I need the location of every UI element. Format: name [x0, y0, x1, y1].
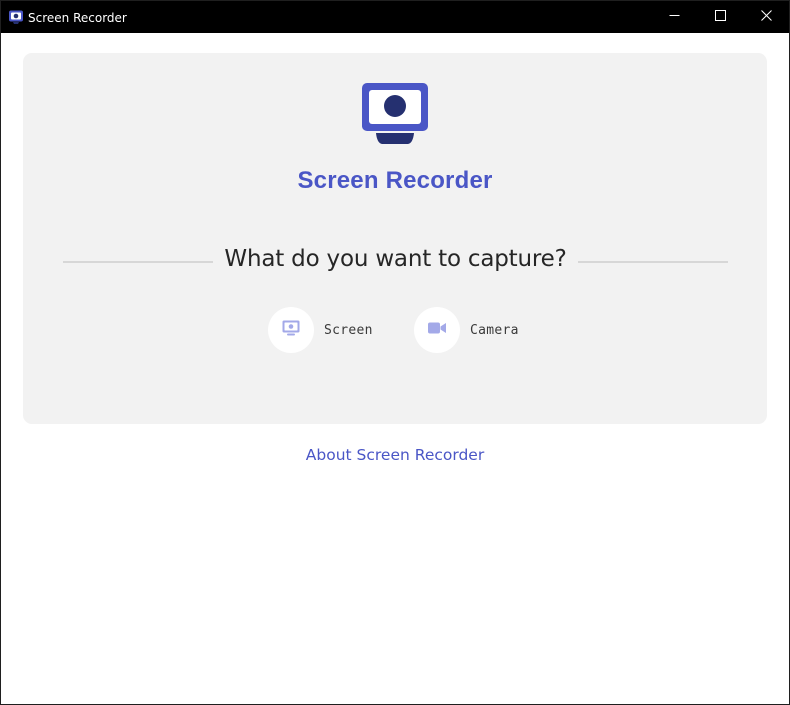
main-content: Screen Recorder What do you want to capt… [1, 33, 789, 704]
divider-left [63, 261, 213, 263]
maximize-button[interactable] [697, 1, 743, 33]
monitor-record-icon [8, 9, 24, 25]
minimize-button[interactable] [651, 1, 697, 33]
maximize-icon [714, 8, 726, 26]
camera-option-button[interactable]: Camera [414, 307, 519, 353]
close-button[interactable] [743, 1, 789, 33]
app-title: Screen Recorder [297, 167, 493, 194]
camera-option-circle[interactable] [414, 307, 460, 353]
divider-right [578, 261, 728, 263]
capture-card: Screen Recorder What do you want to capt… [23, 53, 767, 424]
screen-option-label: Screen [324, 322, 373, 338]
minimize-icon [669, 8, 680, 26]
video-camera-icon [428, 321, 446, 339]
camera-option-label: Camera [470, 322, 519, 338]
screen-option-button[interactable]: Screen [268, 307, 373, 353]
window-title: Screen Recorder [28, 11, 127, 25]
screen-option-circle[interactable] [268, 307, 314, 353]
about-link[interactable]: About Screen Recorder [1, 446, 789, 464]
app-window: Screen Recorder Screen Recorder What do … [0, 0, 790, 705]
close-icon [760, 8, 772, 26]
monitor-record-icon [362, 83, 428, 145]
capture-question: What do you want to capture? [224, 246, 567, 272]
title-bar[interactable]: Screen Recorder [1, 1, 789, 33]
screen-icon [282, 320, 300, 341]
